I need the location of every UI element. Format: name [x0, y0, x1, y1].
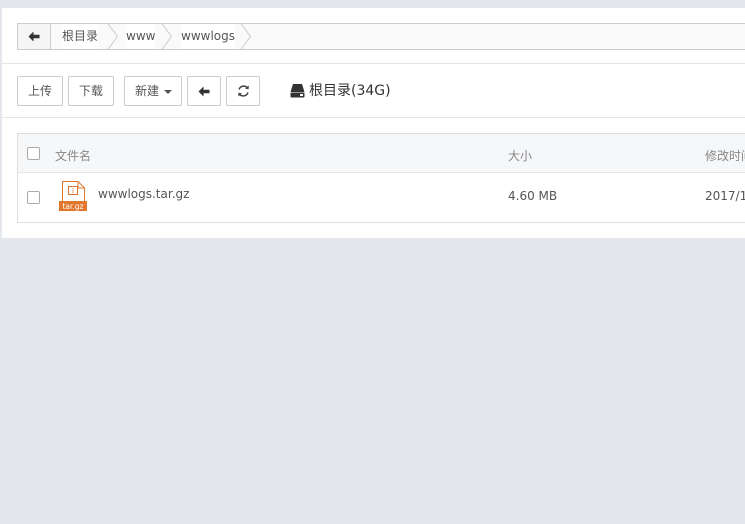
disk-label: 根目录(34G)	[309, 83, 391, 99]
column-header-modified[interactable]: 修改时间	[705, 147, 745, 164]
caret-down-icon	[164, 90, 172, 94]
download-button[interactable]: 下载	[68, 76, 114, 106]
breadcrumb-separator-icon	[107, 24, 119, 49]
new-dropdown-button[interactable]: 新建	[124, 76, 182, 106]
breadcrumb-separator-icon	[240, 24, 252, 49]
breadcrumb-item-root[interactable]: 根目录	[62, 24, 99, 49]
refresh-icon	[238, 85, 249, 97]
arrow-left-icon	[28, 31, 40, 42]
divider	[2, 117, 745, 118]
file-icon-glyph: i	[72, 188, 74, 196]
column-header-size[interactable]: 大小	[508, 147, 532, 164]
breadcrumb-separator-icon	[161, 24, 173, 49]
arrow-left-icon	[198, 86, 210, 97]
back-button[interactable]	[187, 76, 221, 106]
row-checkbox[interactable]	[27, 191, 40, 204]
divider	[2, 63, 745, 64]
column-header-name[interactable]: 文件名	[55, 147, 91, 164]
select-all-checkbox[interactable]	[27, 147, 40, 160]
file-modified: 2017/1	[705, 189, 745, 203]
new-button-label: 新建	[135, 84, 160, 98]
download-button-label: 下载	[78, 84, 103, 98]
breadcrumb: 根目录 www wwwlogs	[17, 23, 745, 50]
file-table: 文件名 大小 修改时间 i tar.gz wwwlogs.tar.gz 4.60…	[17, 133, 745, 223]
breadcrumb-item-www[interactable]: www	[126, 24, 156, 49]
hard-drive-icon	[290, 84, 305, 98]
file-manager-panel: 根目录 www wwwlogs 上传 下载 新建 根目录(34G) 文件名 大小…	[2, 8, 745, 238]
file-name[interactable]: wwwlogs.tar.gz	[98, 187, 189, 201]
file-type-badge: tar.gz	[62, 202, 83, 211]
breadcrumb-item-wwwlogs[interactable]: wwwlogs	[181, 24, 235, 49]
upload-button-label: 上传	[27, 84, 52, 98]
refresh-button[interactable]	[226, 76, 260, 106]
archive-file-icon: i tar.gz	[59, 181, 87, 211]
breadcrumb-back-button[interactable]	[18, 24, 51, 49]
upload-button[interactable]: 上传	[17, 76, 63, 106]
table-header: 文件名 大小 修改时间	[18, 134, 745, 173]
file-size: 4.60 MB	[508, 189, 558, 203]
